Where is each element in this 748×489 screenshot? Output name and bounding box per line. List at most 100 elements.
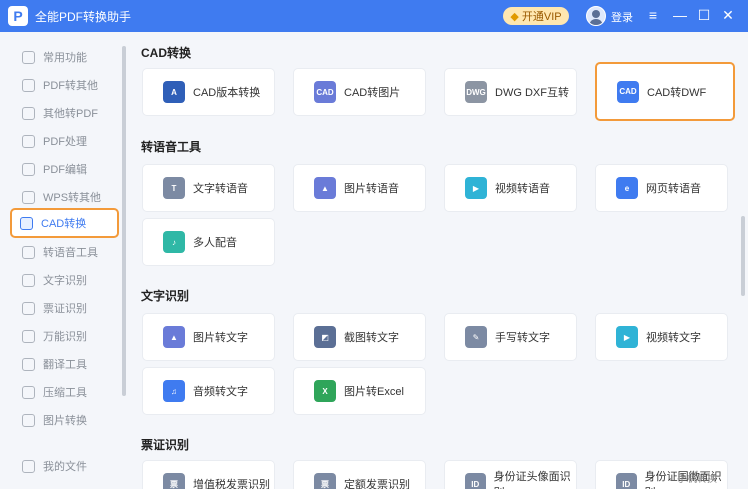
sidebar-item-my-files[interactable]: 我的文件 — [14, 453, 118, 479]
card-label: 多人配音 — [193, 237, 237, 249]
card-label: 手写转文字 — [495, 332, 550, 344]
sidebar-item-label: 文字识别 — [43, 275, 87, 287]
sidebar-item-compress[interactable]: 压缩工具 — [14, 379, 118, 405]
cad-image-icon: CAD — [314, 81, 336, 103]
section-title: 票证识别 — [141, 438, 190, 452]
card-label: CAD转DWF — [647, 86, 707, 99]
section-title: CAD转换 — [141, 46, 191, 60]
login-link[interactable]: 登录 — [611, 9, 633, 25]
video-text-icon: ▶ — [616, 326, 638, 348]
card-label: 网页转语音 — [646, 183, 701, 195]
sidebar-item-pdf-to-other[interactable]: PDF转其他 — [14, 72, 118, 98]
sidebar-item-label: 票证识别 — [43, 303, 87, 315]
sidebar-item-pdf-process[interactable]: PDF处理 — [14, 128, 118, 154]
card-text-to-speech[interactable]: T 文字转语音 — [142, 164, 275, 212]
card-label: 增值税发票识别 — [193, 479, 270, 489]
sidebar-item-label: 万能识别 — [43, 331, 87, 343]
vip-label: 开通VIP — [521, 11, 562, 23]
speech-icon — [22, 245, 35, 259]
sidebar-item-cad[interactable]: CAD转换 — [10, 208, 119, 238]
maximize-icon[interactable]: ☐ — [694, 5, 714, 25]
sidebar-item-ocr[interactable]: 文字识别 — [14, 267, 118, 293]
sidebar-item-ticket[interactable]: 票证识别 — [14, 295, 118, 321]
sidebar-item-other-to-pdf[interactable]: 其他转PDF — [14, 100, 118, 126]
main-scrollbar[interactable] — [741, 216, 745, 296]
card-label: 音频转文字 — [193, 386, 248, 398]
dwg-dxf-icon: DWG — [465, 81, 487, 103]
close-icon[interactable]: ✕ — [718, 5, 738, 25]
ocr-icon — [22, 273, 35, 287]
title-bar: P 全能PDF转换助手 ◆ 开通VIP 登录 ≡ — ☐ ✕ — [0, 0, 748, 32]
card-label: 截图转文字 — [344, 332, 399, 344]
sidebar-item-label: 其他转PDF — [43, 108, 98, 120]
sidebar-item-label: 常用功能 — [43, 52, 87, 64]
card-cad-to-dwf[interactable]: CAD CAD转DWF — [595, 62, 735, 121]
card-label: 定额发票识别 — [344, 479, 410, 489]
card-label: 图片转Excel — [344, 386, 404, 398]
avatar[interactable] — [586, 6, 606, 26]
card-quota-invoice[interactable]: 票定额发票识别 — [293, 460, 426, 489]
sidebar-item-translate[interactable]: 翻译工具 — [14, 351, 118, 377]
card-screenshot-to-text[interactable]: ◩ 截图转文字 — [293, 313, 426, 361]
text-speech-icon: T — [163, 177, 185, 199]
image-text-icon: ▲ — [163, 326, 185, 348]
card-cad-to-image[interactable]: CAD CAD转图片 — [293, 68, 426, 116]
wps-icon — [22, 190, 35, 204]
card-multi-voice[interactable]: ♪ 多人配音 — [142, 218, 275, 266]
folder-icon — [22, 459, 35, 473]
card-label: 图片转文字 — [193, 332, 248, 344]
menu-icon[interactable]: ≡ — [643, 5, 663, 25]
card-label: 视频转语音 — [495, 183, 550, 195]
vat-invoice-icon: 票 — [163, 473, 185, 489]
translate-icon — [22, 357, 35, 371]
sidebar-item-label: WPS转其他 — [43, 192, 102, 204]
sidebar-item-common[interactable]: 常用功能 — [14, 44, 118, 70]
pdf-icon — [22, 78, 35, 92]
main-content: CAD转换 A CAD版本转换 CAD CAD转图片 DWG DWG DXF互转 CA… — [127, 32, 748, 489]
card-handwrite-to-text[interactable]: ✎ 手写转文字 — [444, 313, 577, 361]
sidebar-item-speech[interactable]: 转语音工具 — [14, 239, 118, 265]
sidebar-item-pdf-edit[interactable]: PDF编辑 — [14, 156, 118, 182]
sidebar-item-label: PDF编辑 — [43, 164, 87, 176]
diamond-icon: ◆ — [510, 10, 519, 23]
app-logo-icon: P — [8, 6, 28, 26]
card-video-to-speech[interactable]: ▶ 视频转语音 — [444, 164, 577, 212]
card-label: 图片转语音 — [344, 183, 399, 195]
sidebar-item-wps[interactable]: WPS转其他 — [14, 184, 118, 210]
sidebar-item-image[interactable]: 图片转换 — [14, 407, 118, 433]
sidebar-item-label: 我的文件 — [43, 461, 87, 473]
card-image-to-text[interactable]: ▲ 图片转文字 — [142, 313, 275, 361]
pdf-icon — [22, 134, 35, 148]
universal-icon — [22, 329, 35, 343]
card-video-to-text[interactable]: ▶ 视频转文字 — [595, 313, 728, 361]
image-speech-icon: ▲ — [314, 177, 336, 199]
card-vat-invoice[interactable]: 票增值税发票识别 — [142, 460, 275, 489]
sidebar-item-universal[interactable]: 万能识别 — [14, 323, 118, 349]
card-id-front[interactable]: ID 身份证头像面识别 — [444, 460, 577, 489]
card-web-to-speech[interactable]: e 网页转语音 — [595, 164, 728, 212]
pdf-icon — [22, 106, 35, 120]
edit-icon — [22, 162, 35, 176]
ticket-icon — [22, 301, 35, 315]
compress-icon — [22, 385, 35, 399]
card-cad-version[interactable]: A CAD版本转换 — [142, 68, 275, 116]
card-label: 视频转文字 — [646, 332, 701, 344]
card-audio-to-text[interactable]: ♫ 音频转文字 — [142, 367, 275, 415]
id-back-icon: ID — [616, 473, 637, 489]
quota-invoice-icon: 票 — [314, 473, 336, 489]
sidebar-scrollbar[interactable] — [122, 46, 126, 396]
image-icon — [22, 413, 35, 427]
card-image-to-speech[interactable]: ▲ 图片转语音 — [293, 164, 426, 212]
card-label: DWG DXF互转 — [495, 87, 569, 99]
sidebar: 常用功能 PDF转其他 其他转PDF PDF处理 PDF编辑 WPS转其他 CA… — [0, 32, 127, 489]
card-dwg-dxf[interactable]: DWG DWG DXF互转 — [444, 68, 577, 116]
mobile-convert-link[interactable]: 手机转换 — [677, 470, 717, 485]
video-speech-icon: ▶ — [465, 177, 487, 199]
common-icon — [22, 50, 35, 64]
sidebar-item-label: 压缩工具 — [43, 387, 87, 399]
card-image-to-excel[interactable]: X 图片转Excel — [293, 367, 426, 415]
card-label: CAD转图片 — [344, 87, 401, 99]
vip-button[interactable]: ◆ 开通VIP — [503, 7, 569, 25]
cad-dwf-icon: CAD — [617, 80, 639, 103]
minimize-icon[interactable]: — — [670, 5, 690, 25]
